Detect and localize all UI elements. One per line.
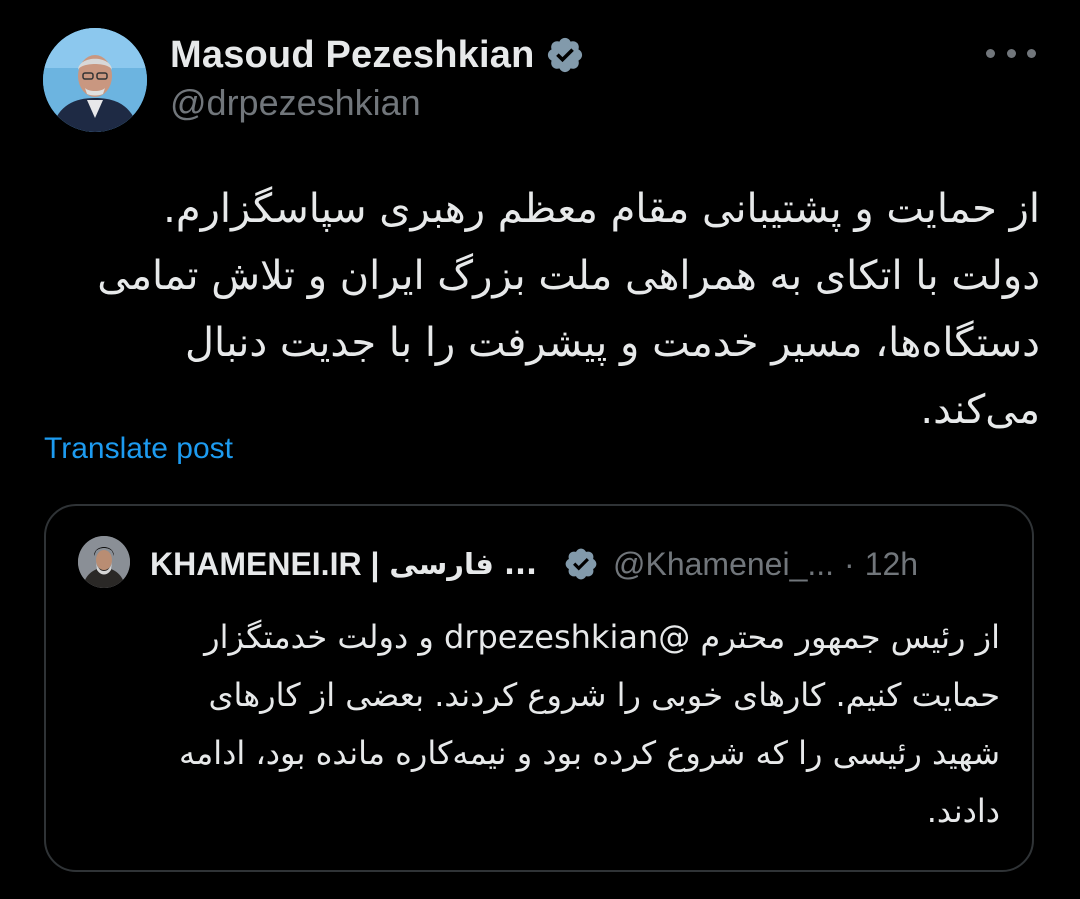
author-handle[interactable]: @drpezeshkian bbox=[170, 82, 421, 124]
quoted-post-card[interactable]: KHAMENEI.IR | فارسی ... @Khamenei_... · … bbox=[44, 504, 1034, 872]
author-avatar-image bbox=[43, 28, 147, 132]
quote-text-line: دادند. bbox=[926, 792, 1000, 830]
quote-header: KHAMENEI.IR | فارسی ... @Khamenei_... · … bbox=[150, 542, 918, 586]
author-name[interactable]: Masoud Pezeshkian bbox=[170, 34, 535, 77]
quote-author-avatar[interactable] bbox=[78, 536, 130, 588]
translate-post-link[interactable]: Translate post bbox=[44, 432, 233, 466]
quote-author-name-fa[interactable]: فارسی ... bbox=[389, 547, 537, 581]
quote-text: از رئیس جمهور محترم @drpezeshkian و دولت… bbox=[86, 608, 1000, 840]
quote-text-line: شهید رئیسی را که شروع کرده بود و نیمه‌کا… bbox=[178, 734, 1000, 772]
quote-verified-badge-icon bbox=[565, 548, 597, 580]
post-text: از حمایت و پشتیبانی مقام معظم رهبری سپاس… bbox=[40, 176, 1040, 444]
verified-badge-icon bbox=[547, 37, 582, 73]
post-text-line: دستگاه‌ها، مسیر خدمت و پیشرفت را با جدیت… bbox=[184, 320, 1040, 366]
quote-text-line: حمایت کنیم. کارهای خوبی را شروع کردند. ب… bbox=[208, 676, 1000, 714]
more-options-icon[interactable] bbox=[986, 36, 1036, 70]
quote-author-handle[interactable]: @Khamenei_... bbox=[613, 546, 834, 583]
quote-text-line: از رئیس جمهور محترم @drpezeshkian و دولت… bbox=[204, 618, 1000, 656]
quote-author-name[interactable]: KHAMENEI.IR | bbox=[150, 546, 379, 583]
quote-avatar-image bbox=[78, 536, 130, 588]
quote-separator: · bbox=[844, 545, 855, 582]
author-avatar[interactable] bbox=[43, 28, 147, 132]
quote-timestamp[interactable]: 12h bbox=[865, 546, 918, 583]
author-name-row: Masoud Pezeshkian bbox=[170, 30, 585, 80]
post-text-line: دولت با اتکای به همراهی ملت بزرگ ایران و… bbox=[97, 253, 1040, 299]
post-text-line: از حمایت و پشتیبانی مقام معظم رهبری سپاس… bbox=[163, 186, 1040, 232]
